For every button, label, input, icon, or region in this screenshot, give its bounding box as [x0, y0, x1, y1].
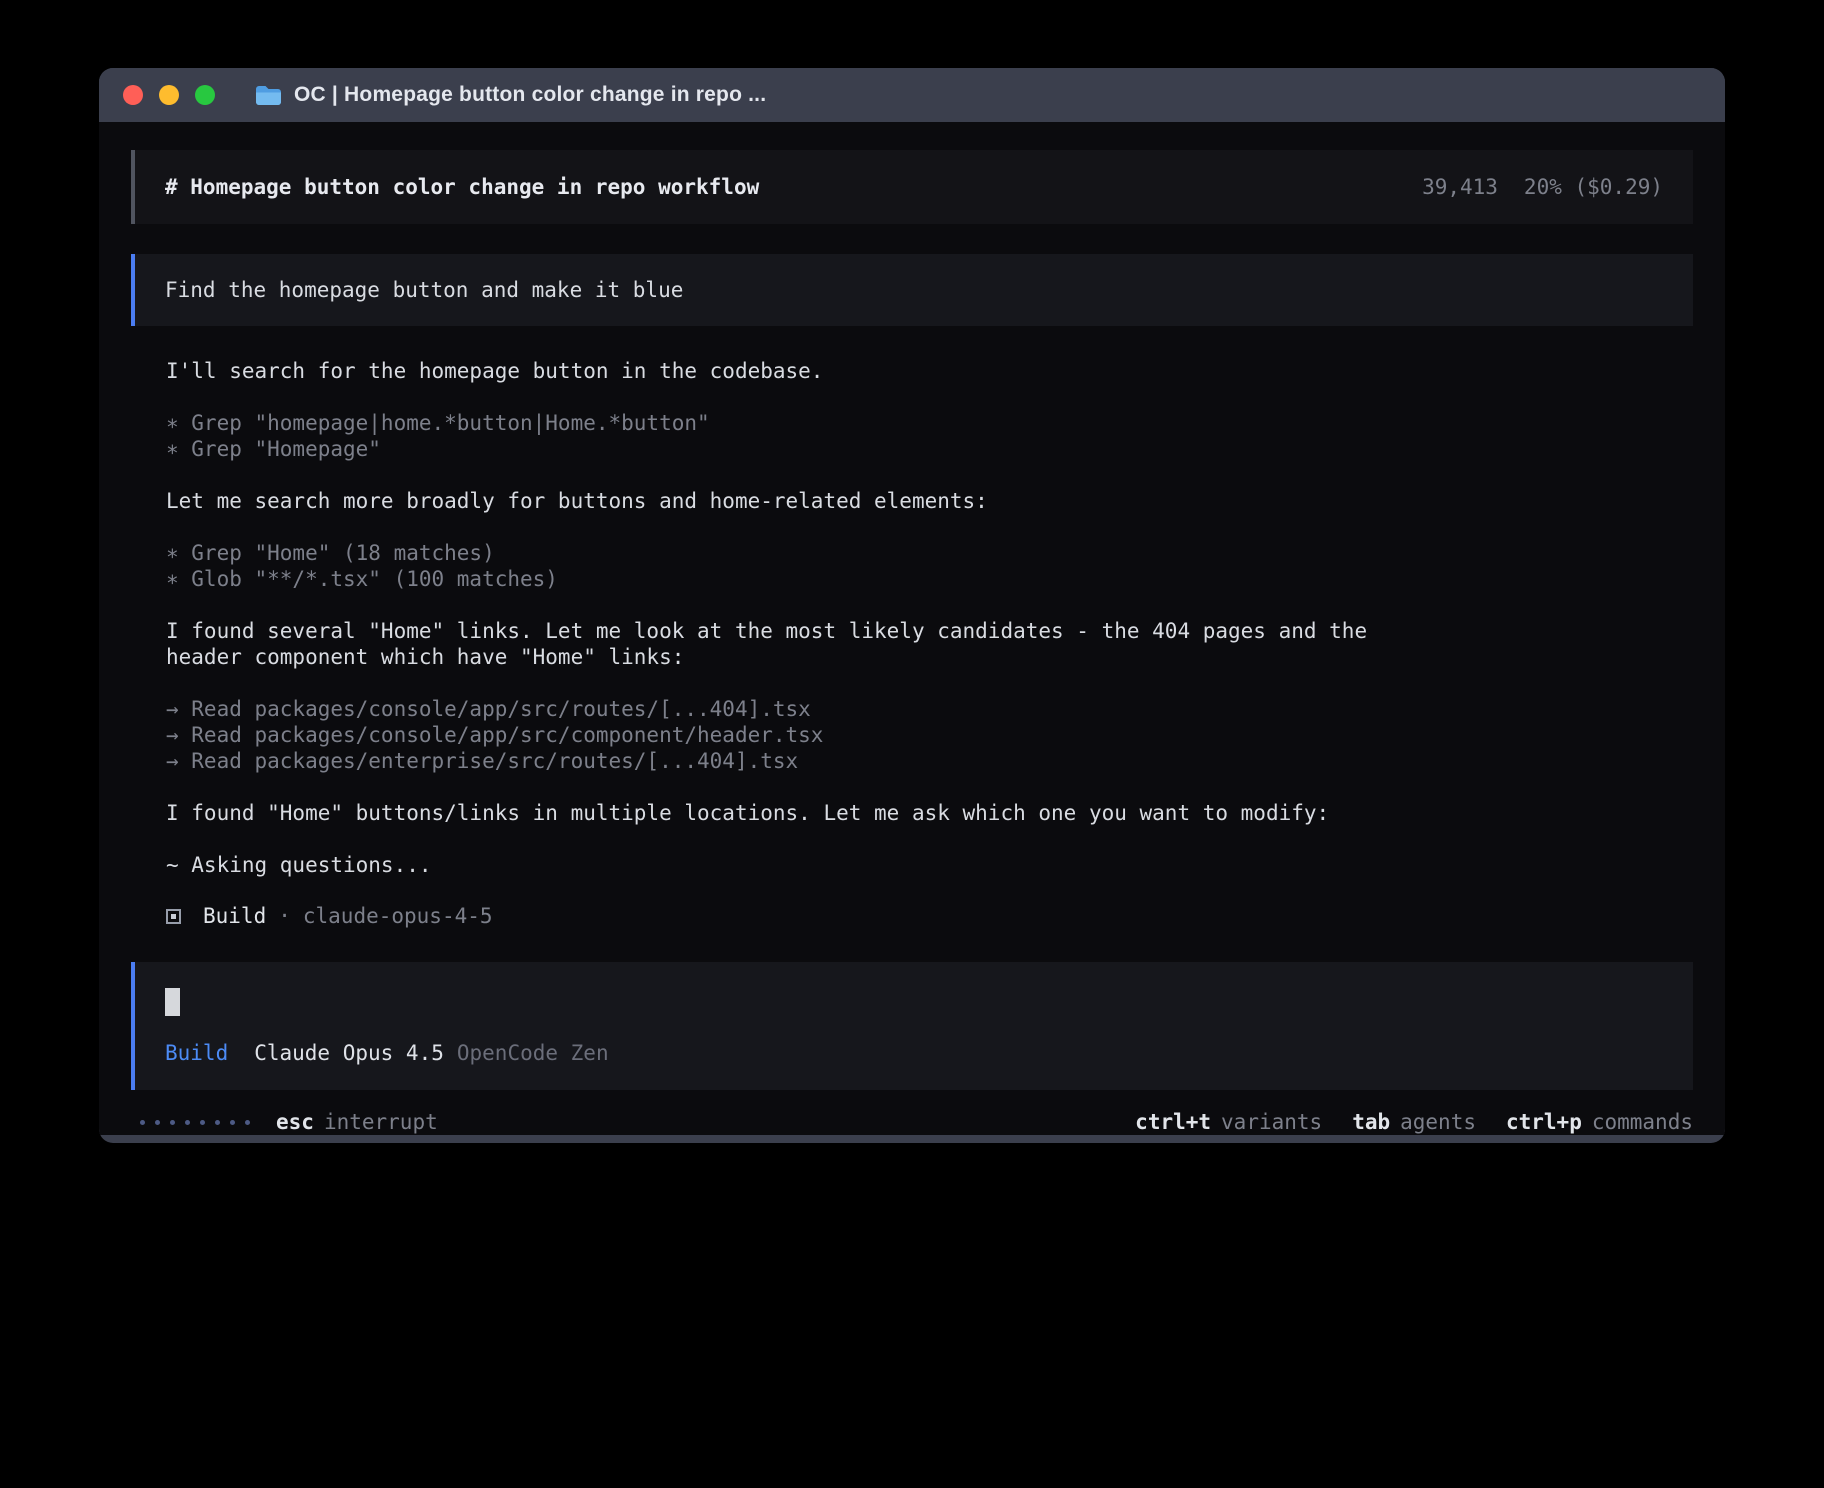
glob-tool-line: ∗ Glob "**/*.tsx" (100 matches): [166, 566, 1426, 592]
zoom-button[interactable]: [195, 85, 215, 105]
assistant-text-line: I found several "Home" links. Let me loo…: [166, 618, 1426, 670]
action-label: commands: [1592, 1110, 1693, 1134]
input-mode-row: Build Claude Opus 4.5 OpenCode Zen: [165, 1041, 1663, 1065]
model-label[interactable]: Claude Opus 4.5: [254, 1041, 444, 1065]
grep-tool-line: ∗ Grep "Homepage": [166, 436, 1426, 462]
status-asking-line: ~ Asking questions...: [166, 852, 1426, 878]
session-title: # Homepage button color change in repo w…: [165, 175, 759, 199]
agent-model: claude-opus-4-5: [303, 904, 493, 928]
conversation-log: I'll search for the homepage button in t…: [166, 358, 1693, 928]
minimize-button[interactable]: [159, 85, 179, 105]
shortcut-agents: tab agents: [1352, 1110, 1476, 1134]
terminal-content: # Homepage button color change in repo w…: [99, 122, 1725, 1135]
shortcut-hints: ctrl+t variants tab agents ctrl+p comman…: [1135, 1110, 1693, 1134]
progress-spinner-dots: [140, 1120, 250, 1125]
prompt-input[interactable]: Build Claude Opus 4.5 OpenCode Zen: [131, 962, 1693, 1090]
read-tool-line: → Read packages/console/app/src/routes/[…: [166, 696, 1426, 722]
status-bar: esc interrupt ctrl+t variants tab agents…: [131, 1110, 1693, 1134]
grep-tool-line: ∗ Grep "Home" (18 matches): [166, 540, 1426, 566]
terminal-window: OC | Homepage button color change in rep…: [99, 68, 1725, 1143]
read-tool-line: → Read packages/enterprise/src/routes/[.…: [166, 748, 1426, 774]
assistant-text-line: I'll search for the homepage button in t…: [166, 358, 1426, 384]
agent-build-icon: [166, 909, 181, 924]
action-label: variants: [1221, 1110, 1322, 1134]
close-button[interactable]: [123, 85, 143, 105]
context-usage: 20% ($0.29): [1524, 175, 1663, 199]
provider-label: OpenCode Zen: [457, 1041, 609, 1065]
user-message-text: Find the homepage button and make it blu…: [165, 278, 683, 302]
action-label: agents: [1400, 1110, 1476, 1134]
agent-status-row: Build · claude-opus-4-5: [166, 904, 1693, 928]
key-label: tab: [1352, 1110, 1390, 1134]
agent-separator: ·: [278, 904, 291, 928]
window-title: OC | Homepage button color change in rep…: [294, 83, 766, 107]
folder-icon: [255, 84, 282, 106]
token-count: 39,413: [1422, 175, 1498, 199]
agent-name: Build: [203, 904, 266, 928]
session-stats: 39,413 20% ($0.29): [1422, 175, 1663, 199]
text-cursor: [165, 988, 180, 1016]
window-titlebar[interactable]: OC | Homepage button color change in rep…: [99, 68, 1725, 122]
desktop-background: OC | Homepage button color change in rep…: [0, 0, 1824, 1488]
key-label: ctrl+t: [1135, 1110, 1211, 1134]
esc-key-label: esc: [276, 1110, 314, 1134]
assistant-text-line: I found "Home" buttons/links in multiple…: [166, 800, 1426, 826]
shortcut-interrupt: esc interrupt: [276, 1110, 438, 1134]
assistant-text-line: Let me search more broadly for buttons a…: [166, 488, 1426, 514]
grep-tool-line: ∗ Grep "homepage|home.*button|Home.*butt…: [166, 410, 1426, 436]
esc-action-label: interrupt: [324, 1110, 438, 1134]
key-label: ctrl+p: [1506, 1110, 1582, 1134]
shortcut-commands: ctrl+p commands: [1506, 1110, 1693, 1134]
shortcut-variants: ctrl+t variants: [1135, 1110, 1322, 1134]
session-header: # Homepage button color change in repo w…: [131, 150, 1693, 224]
read-tool-line: → Read packages/console/app/src/componen…: [166, 722, 1426, 748]
user-message: Find the homepage button and make it blu…: [131, 254, 1693, 326]
mode-badge[interactable]: Build: [165, 1041, 228, 1065]
